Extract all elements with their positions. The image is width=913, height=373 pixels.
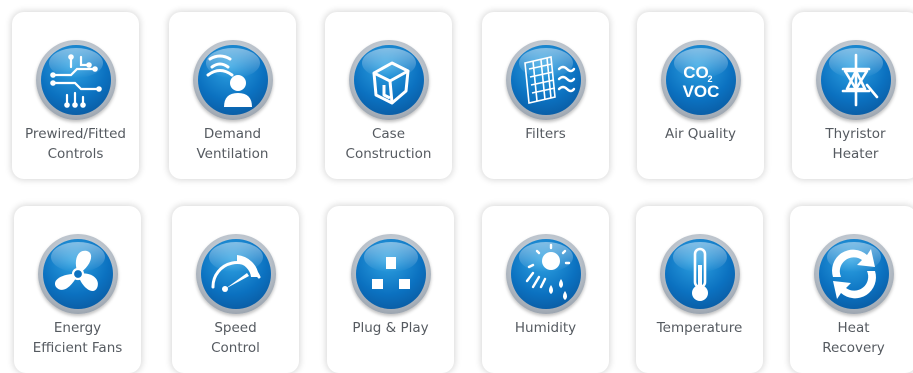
feature-label: Temperature — [656, 320, 743, 336]
co2-text: CO — [683, 63, 709, 82]
feature-tile-thyristor-heater: Thyristor Heater — [792, 12, 913, 179]
feature-label: Plug & Play — [352, 320, 429, 336]
feature-label: Demand Ventilation — [196, 126, 269, 162]
person-signal-icon — [192, 40, 273, 120]
feature-tile-demand-ventilation: Demand Ventilation — [169, 12, 296, 179]
feature-label: Humidity — [514, 320, 577, 336]
feature-tile-filters: Filters — [482, 12, 609, 179]
feature-label: Speed Control — [211, 320, 260, 356]
fan-icon — [37, 234, 118, 314]
feature-tile-air-quality: CO 2 VOC Air Quality — [637, 12, 764, 179]
feature-tile-heat-recovery: Heat Recovery — [790, 206, 913, 373]
voc-text: VOC — [682, 82, 719, 101]
feature-label: Air Quality — [664, 126, 737, 142]
thyristor-icon — [815, 40, 896, 120]
feature-tile-plug-and-play: Plug & Play — [327, 206, 454, 373]
feature-tile-humidity: Humidity — [482, 206, 609, 373]
feature-label: Case Construction — [345, 126, 432, 162]
feature-tile-speed-control: Speed Control — [172, 206, 299, 373]
plug-icon — [350, 234, 431, 314]
filter-icon — [505, 40, 586, 120]
co2-voc-icon: CO 2 VOC — [660, 40, 741, 120]
feature-tile-temperature: Temperature — [636, 206, 763, 373]
sun-rain-icon — [505, 234, 586, 314]
feature-tile-case-construction: Case Construction — [325, 12, 452, 179]
feature-label: Prewired/Fitted Controls — [25, 126, 126, 162]
gauge-icon — [195, 234, 276, 314]
feature-label: Filters — [525, 126, 566, 142]
feature-tile-energy-efficient-fans: Energy Efficient Fans — [14, 206, 141, 373]
feature-tile-prewired-controls: Prewired/Fitted Controls — [12, 12, 139, 179]
circuit-icon — [35, 40, 116, 120]
feature-label: Thyristor Heater — [825, 126, 886, 162]
thermometer-icon — [659, 234, 740, 314]
cube-icon — [348, 40, 429, 120]
feature-label: Energy Efficient Fans — [32, 320, 123, 356]
recycle-arrows-icon — [813, 234, 894, 314]
feature-label: Heat Recovery — [822, 320, 885, 356]
